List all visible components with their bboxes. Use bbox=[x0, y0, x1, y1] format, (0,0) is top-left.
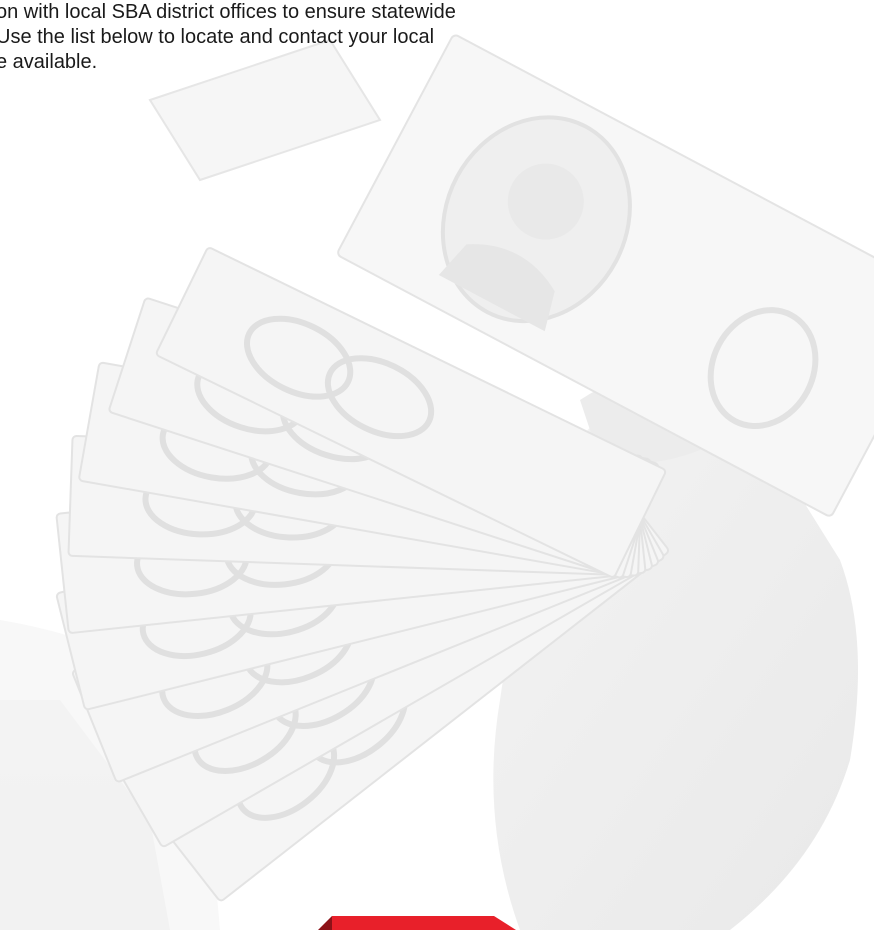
intro-line-2: Use the list below to locate and contact… bbox=[0, 26, 435, 48]
bottom-tab-red bbox=[332, 916, 516, 930]
bottom-tab-shape bbox=[318, 916, 516, 930]
intro-line-3: e available. bbox=[0, 51, 98, 73]
intro-paragraph: on with local SBA district offices to en… bbox=[0, 0, 640, 75]
intro-line-1: on with local SBA district offices to en… bbox=[0, 1, 456, 23]
page: on with local SBA district offices to en… bbox=[0, 0, 874, 930]
hundred-dollar-bills-fan-icon bbox=[0, 34, 874, 930]
